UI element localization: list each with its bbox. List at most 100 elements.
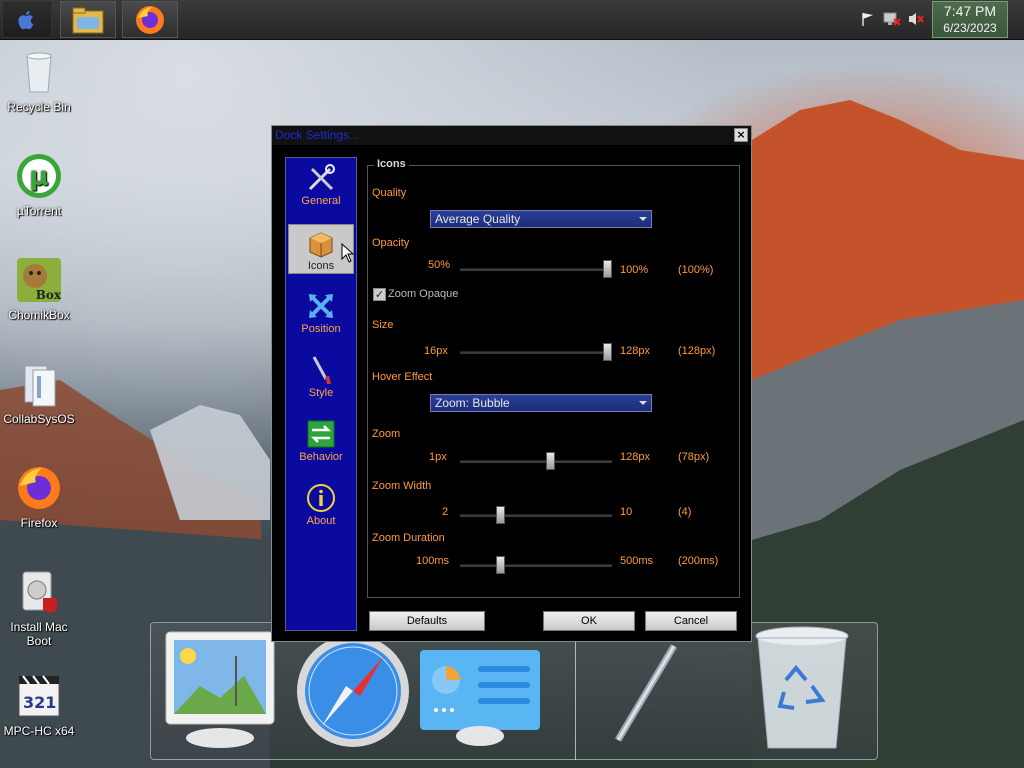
desktop-icon-collabsysos[interactable]: CollabSysOS xyxy=(0,360,78,426)
hover-effect-dropdown[interactable]: Zoom: Bubble xyxy=(430,394,652,412)
zoom-width-slider-track xyxy=(460,514,612,517)
zoom-max: 128px xyxy=(620,451,650,463)
sidebar-item-label: Style xyxy=(308,387,334,399)
collabsysos-icon xyxy=(15,360,63,408)
mpc-badge: 321 xyxy=(23,693,57,712)
zoom-width-min: 2 xyxy=(442,506,449,518)
trash-icon[interactable] xyxy=(750,624,854,754)
sidebar-item-position[interactable]: Position xyxy=(288,288,354,338)
mouse-cursor-icon xyxy=(341,243,355,263)
sidebar-item-behavior[interactable]: Behavior xyxy=(288,416,354,466)
opacity-min: 50% xyxy=(428,259,451,271)
svg-text:µ: µ xyxy=(29,162,48,192)
zoom-opaque-checkbox[interactable]: ✓ xyxy=(373,288,386,301)
desktop-icon-label: Firefox xyxy=(20,516,58,530)
sidebar-item-style[interactable]: Style xyxy=(288,352,354,402)
zoom-duration-max: 500ms xyxy=(620,555,654,567)
install-mac-boot-icon xyxy=(15,568,63,616)
opacity-slider-track xyxy=(460,268,612,271)
zoom-duration-slider[interactable] xyxy=(495,556,505,574)
zoom-duration-slider-track xyxy=(460,564,612,567)
chevron-down-icon xyxy=(639,217,647,221)
apple-icon xyxy=(18,10,34,29)
desktop-icon-utorrent[interactable]: µ µTorrent xyxy=(0,152,78,218)
group-title: Icons xyxy=(374,158,409,170)
sidebar-item-general[interactable]: General xyxy=(288,160,354,210)
clock[interactable]: 7:47 PM 6/23/2023 xyxy=(932,1,1008,38)
tools-icon xyxy=(306,163,336,193)
zoom-label: Zoom xyxy=(372,428,401,440)
quality-dropdown[interactable]: Average Quality xyxy=(430,210,652,228)
mpc-hc-icon: 321 xyxy=(15,672,63,720)
zoom-width-slider[interactable] xyxy=(495,506,505,524)
swap-arrows-icon xyxy=(306,419,336,449)
chomikbox-badge: Box xyxy=(35,288,61,302)
sidebar-item-about[interactable]: About xyxy=(288,480,354,530)
network-disconnected-icon[interactable] xyxy=(882,8,902,30)
taskbar-explorer-button[interactable] xyxy=(60,1,116,38)
cancel-button[interactable]: Cancel xyxy=(645,611,737,631)
desktop-icon-chomikbox[interactable]: Box ChomikBox xyxy=(0,256,78,322)
opacity-max: 100% xyxy=(620,264,649,276)
desktop-icon-label: MPC-HC x64 xyxy=(3,724,75,738)
folder-icon xyxy=(72,7,104,33)
zoom-slider[interactable] xyxy=(545,452,555,470)
desktop-icon-label: Install Mac Boot xyxy=(10,620,68,648)
desktop-icon-firefox[interactable]: Firefox xyxy=(0,464,78,530)
desktop-icon-mpc-hc[interactable]: 321 MPC-HC x64 xyxy=(0,672,78,738)
firefox-icon xyxy=(15,464,63,512)
chevron-down-icon xyxy=(639,401,647,405)
compass-icon[interactable] xyxy=(294,632,412,750)
desktop-icon-install-mac-boot[interactable]: Install Mac Boot xyxy=(0,568,78,648)
clock-date: 6/23/2023 xyxy=(943,21,997,35)
sidebar-item-label: General xyxy=(301,195,341,207)
desktop-icon-label: Recycle Bin xyxy=(7,100,71,114)
zoom-duration-current: (200ms) xyxy=(678,555,719,567)
volume-muted-icon[interactable] xyxy=(906,8,926,30)
desktop-icon-label: CollabSysOS xyxy=(3,412,75,426)
quality-label: Quality xyxy=(372,187,407,199)
size-min: 16px xyxy=(424,345,448,357)
size-label: Size xyxy=(372,319,394,331)
box-icon xyxy=(306,228,336,258)
desktop-icon-label: µTorrent xyxy=(16,204,62,218)
clock-time: 7:47 PM xyxy=(943,3,997,19)
desktop-icon-recycle-bin[interactable]: Recycle Bin xyxy=(0,48,78,114)
start-button[interactable] xyxy=(2,1,52,38)
pen-icon[interactable] xyxy=(604,640,684,750)
sidebar-item-label: About xyxy=(306,515,336,527)
dock-separator xyxy=(575,628,576,760)
zoom-min: 1px xyxy=(429,451,447,463)
taskbar-firefox-button[interactable] xyxy=(122,1,178,38)
hover-effect-selected: Zoom: Bubble xyxy=(435,396,510,410)
opacity-slider[interactable] xyxy=(603,260,612,278)
desktop-icon-label: ChomikBox xyxy=(8,308,70,322)
hover-effect-label: Hover Effect xyxy=(372,371,433,383)
chomikbox-icon: Box xyxy=(15,256,63,304)
brush-icon xyxy=(306,355,336,385)
settings-sidebar: General Icons Position Style Behavior Ab… xyxy=(285,157,357,631)
utorrent-icon: µ xyxy=(15,152,63,200)
sidebar-item-label: Behavior xyxy=(299,451,343,463)
size-slider[interactable] xyxy=(603,343,612,361)
size-slider-track xyxy=(460,351,612,354)
sidebar-item-label: Position xyxy=(301,323,341,335)
move-arrows-icon xyxy=(306,291,336,321)
zoom-current: (78px) xyxy=(678,451,710,463)
zoom-duration-label: Zoom Duration xyxy=(372,532,445,544)
flag-icon[interactable] xyxy=(858,8,878,30)
control-panel-icon[interactable] xyxy=(418,648,542,746)
size-max: 128px xyxy=(620,345,650,357)
dock-preview-icon[interactable] xyxy=(160,626,280,752)
quality-selected: Average Quality xyxy=(435,212,521,226)
close-button[interactable]: × xyxy=(734,128,748,142)
size-current: (128px) xyxy=(678,345,716,357)
recycle-bin-icon xyxy=(15,48,63,96)
dialog-title: Dock Settings... xyxy=(272,126,751,145)
opacity-label: Opacity xyxy=(372,237,410,249)
info-icon xyxy=(306,483,336,513)
defaults-button[interactable]: Defaults xyxy=(369,611,485,631)
zoom-opaque-label: Zoom Opaque xyxy=(388,288,459,300)
ok-button[interactable]: OK xyxy=(543,611,635,631)
firefox-icon xyxy=(136,5,164,34)
